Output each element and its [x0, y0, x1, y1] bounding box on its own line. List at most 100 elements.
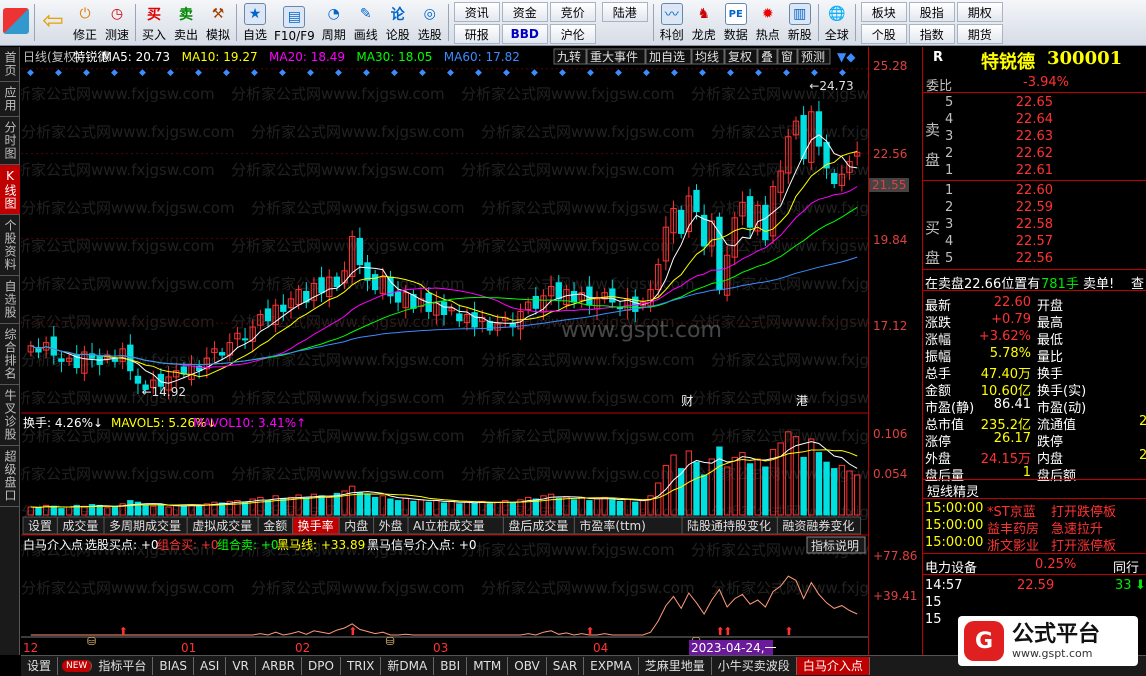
volume-bar	[570, 499, 578, 516]
ma10-line	[30, 150, 858, 378]
global-button[interactable]: 🌐 全球	[821, 0, 853, 45]
indicator-tab-8[interactable]: TRIX	[341, 657, 382, 675]
event-diamond-icon: ◆	[27, 68, 34, 78]
left-tab-8[interactable]: 超级盘口	[0, 446, 20, 507]
stocks-button[interactable]: 个股	[860, 24, 907, 44]
watermark-text: 分析家公式网www.fxjgsw.com	[481, 579, 695, 597]
short-event-row-cell: 浙文影业	[987, 539, 1040, 554]
dragon-tiger-button[interactable]: ♞ 龙虎	[688, 0, 720, 45]
discuss-icon: 论	[390, 7, 405, 23]
fix-button[interactable]: ⏻ 修正	[69, 0, 101, 45]
research-button[interactable]: 研报	[453, 24, 500, 44]
watchlist-button[interactable]: ★ 自选	[239, 0, 271, 45]
volume-bar	[716, 446, 723, 516]
kline-chart[interactable]: 分析家公式网www.fxjgsw.com 分析家公式网www.fxjgsw.com…	[1, 47, 925, 655]
index-button[interactable]: 指数	[908, 24, 955, 44]
left-tab-2[interactable]: 分时图	[0, 117, 20, 165]
indicator-tab-5[interactable]: VR	[226, 657, 256, 675]
volume-bar	[394, 500, 402, 516]
indicator-tab-14[interactable]: EXPMA	[584, 657, 639, 675]
simulate-button[interactable]: ⚒ 模拟	[202, 0, 234, 45]
volume-bar	[555, 497, 562, 516]
signal-header-label: 组合卖: +0	[217, 537, 279, 552]
candle-body	[134, 375, 142, 384]
auction-button[interactable]: 竞价	[549, 2, 596, 22]
finance-event-marker: 财	[681, 394, 693, 408]
date-label: 01	[181, 641, 196, 655]
event-diamond-icon: ◆	[279, 68, 286, 78]
buy-side-label: 买盘	[925, 219, 941, 267]
indicator-tab-13[interactable]: SAR	[547, 657, 585, 675]
left-tab-3[interactable]: K线图	[0, 165, 20, 215]
speed-button[interactable]: ◷ 测速	[101, 0, 133, 45]
event-diamond-icon: ◆	[783, 68, 790, 78]
period-button[interactable]: ◔ 周期	[318, 0, 350, 45]
left-tab-7[interactable]: 牛叉诊股	[0, 385, 20, 446]
indicator-tab-2[interactable]: 指标平台	[92, 657, 154, 675]
options-button[interactable]: 期权	[956, 2, 1003, 22]
hotspot-button[interactable]: ✹ 热点	[752, 0, 784, 45]
discuss-button[interactable]: 论论股	[382, 0, 414, 45]
ipo-icon: ▥	[788, 3, 811, 25]
stock-select-button[interactable]: ◎ 选股	[414, 0, 446, 45]
left-tab-4[interactable]: 个股资料	[0, 215, 20, 276]
stock-index-button[interactable]: 股指	[908, 2, 955, 22]
chart-header-button-label: 预测	[801, 50, 825, 64]
bbd-button[interactable]: BBD	[501, 24, 548, 44]
data-button[interactable]: PE 数据	[720, 0, 752, 45]
volume-bar	[364, 494, 371, 516]
indicator-tab-0[interactable]: 设置	[21, 657, 59, 675]
candle-body	[280, 304, 287, 312]
indicator-tab-3[interactable]: BIAS	[153, 657, 194, 675]
sector-button[interactable]: 板块	[860, 2, 907, 22]
event-diamond-icon: ◆	[223, 68, 230, 78]
chart-area[interactable]: 分析家公式网www.fxjgsw.com 分析家公式网www.fxjgsw.com…	[1, 47, 925, 655]
menu-logo[interactable]	[0, 0, 32, 45]
sell-button[interactable]: 卖卖出	[170, 0, 202, 45]
chart-header-button-label: 均线	[695, 50, 719, 64]
news-button[interactable]: 资讯	[453, 2, 500, 22]
indicator-tab-label: 陆股通持股变化	[687, 518, 771, 533]
candle-body	[616, 307, 624, 310]
indicator-tab-12[interactable]: OBV	[508, 657, 547, 675]
indicator-tab-15[interactable]: 芝麻里地量	[639, 657, 712, 675]
left-tab-0[interactable]: 首页	[0, 47, 20, 82]
star-market-button[interactable]: 〰科创	[656, 0, 688, 45]
indicator-tab-10[interactable]: BBI	[434, 657, 468, 675]
futures-button[interactable]: 期货	[956, 24, 1003, 44]
volume-header-label: MAVOL10: 3.41%↑	[193, 416, 306, 430]
candle-body	[111, 358, 119, 362]
f10-button[interactable]: ▤ F10/F9	[271, 0, 318, 45]
shanghai-london-button[interactable]: 沪伦	[549, 24, 596, 44]
volume-bar	[264, 500, 272, 516]
buy-signal-arrow-icon: ⬆	[585, 625, 594, 638]
indicator-tab-16[interactable]: 小牛买卖波段	[712, 657, 797, 675]
ask-level-4-cell: 4	[945, 112, 954, 127]
buy-button[interactable]: 买买入	[138, 0, 170, 45]
back-button[interactable]: ⇦	[37, 0, 69, 45]
divider	[923, 92, 1146, 93]
sell-icon: 卖	[179, 7, 193, 23]
ask-level-1-cell: 22.61	[1015, 163, 1053, 178]
volume-bar	[356, 492, 364, 516]
watermark-text: 分析家公式网www.fxjgsw.com	[711, 351, 868, 369]
indicator-tab-11[interactable]: MTM	[467, 657, 509, 675]
indicator-tab-6[interactable]: ARBR	[256, 657, 303, 675]
left-tab-6[interactable]: 综合排名	[0, 324, 20, 385]
indicator-tab-17[interactable]: 白马介入点	[796, 657, 870, 675]
indicator-tab-9[interactable]: 新DMA	[381, 657, 435, 675]
left-tab-1[interactable]: 应用	[0, 82, 20, 117]
bid-level-4-cell: 4	[945, 234, 954, 249]
indicator-tab-4[interactable]: ASI	[194, 657, 227, 675]
event-diamond-icon: ◆	[335, 68, 342, 78]
volume-bar	[371, 496, 379, 516]
event-diamond-icon: ◆	[559, 68, 566, 78]
left-tab-5[interactable]: 自选股	[0, 276, 20, 324]
ipo-button[interactable]: ▥ 新股	[784, 0, 816, 45]
funds-button[interactable]: 资金	[501, 2, 548, 22]
hk-connect-button[interactable]: 陆港	[601, 2, 648, 22]
bid-level-1-cell: 22.60	[1015, 183, 1053, 198]
draw-line-button[interactable]: ✎ 画线	[350, 0, 382, 45]
indicator-tab-7[interactable]: DPO	[302, 657, 341, 675]
stat-row-cell: +0.79	[991, 312, 1031, 327]
